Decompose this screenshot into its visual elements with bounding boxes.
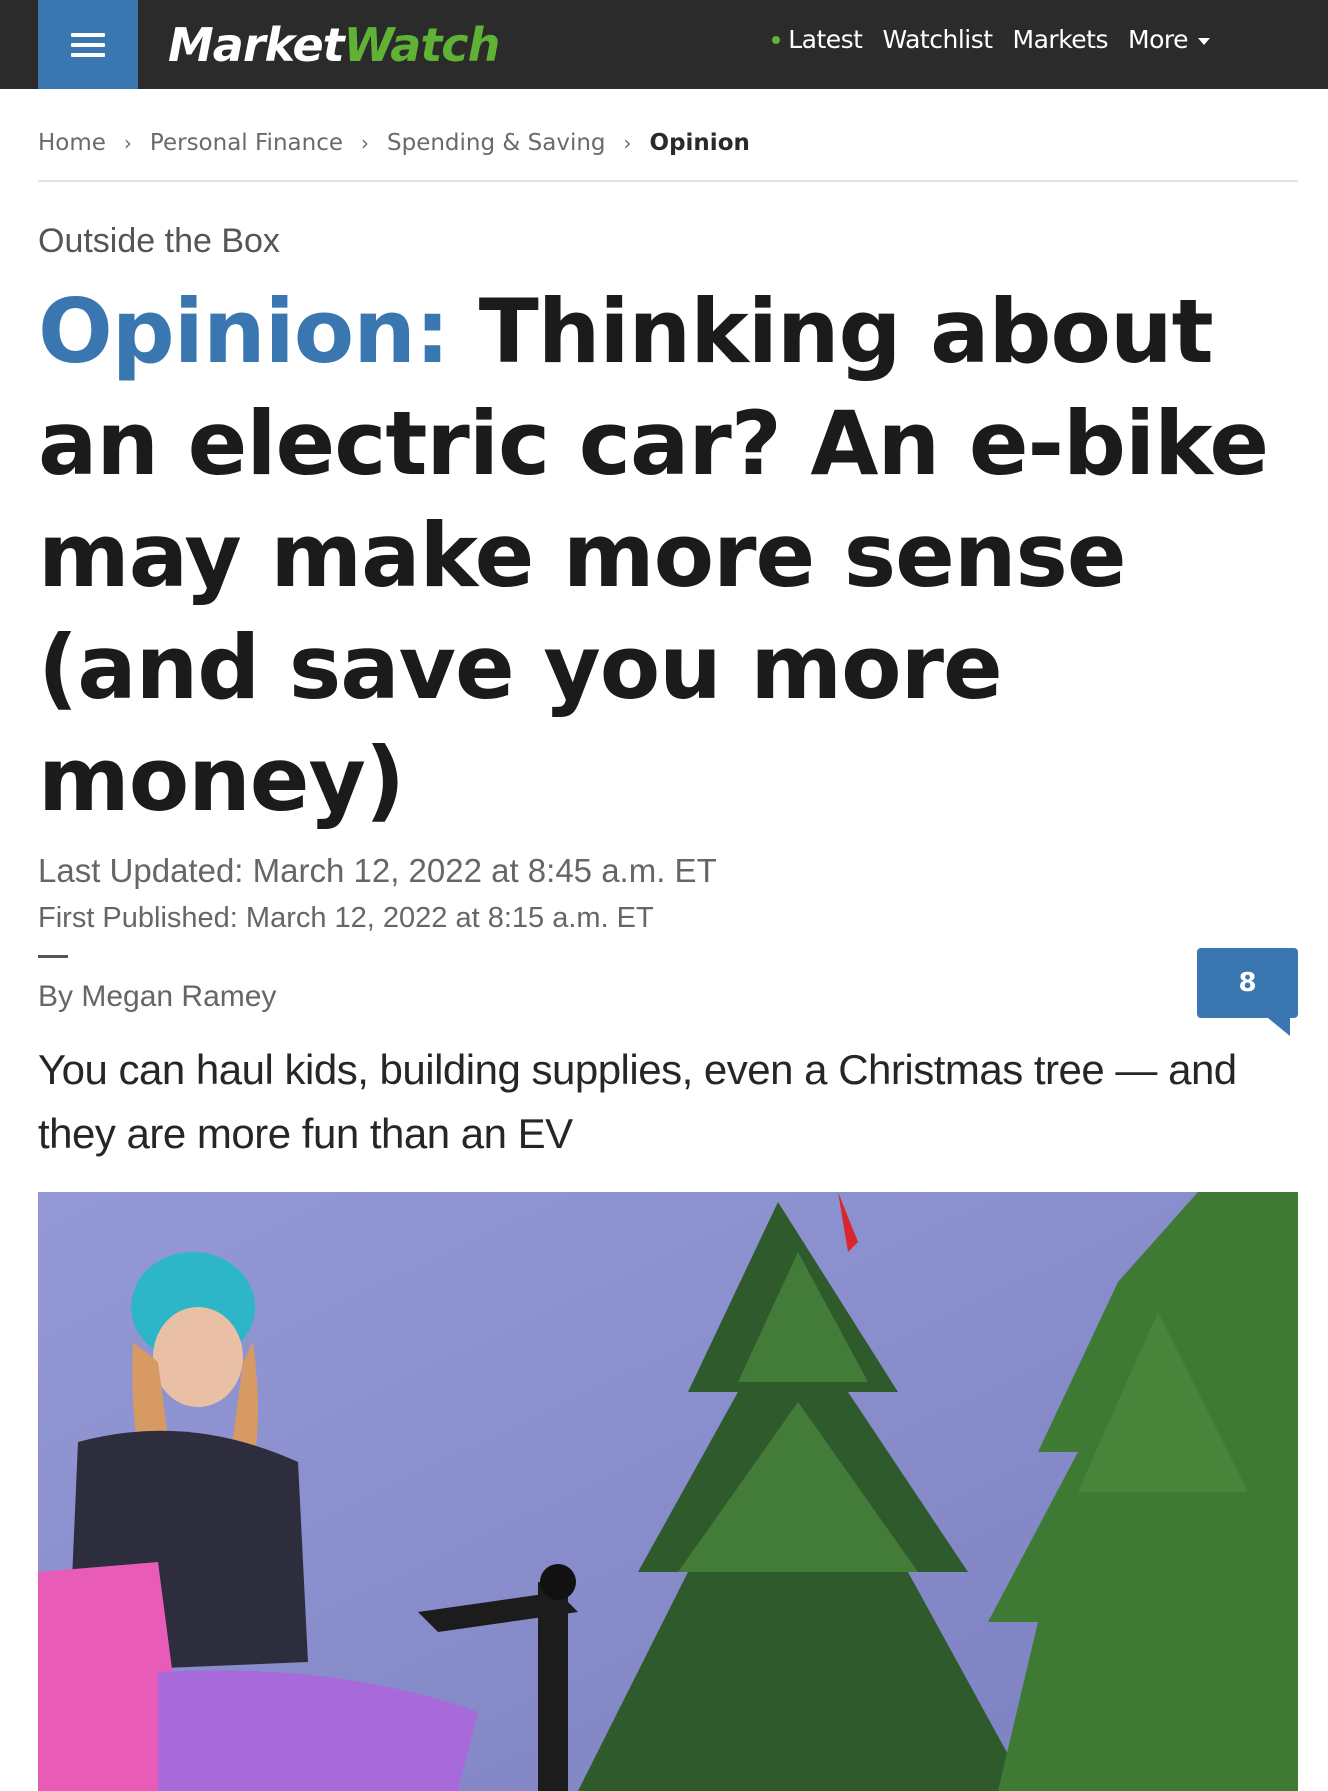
primary-nav: Latest Watchlist Markets More	[772, 0, 1210, 79]
breadcrumb-personal-finance[interactable]: Personal Finance	[150, 130, 343, 156]
timestamp-updated: Last Updated: March 12, 2022 at 8:45 a.m…	[38, 852, 717, 889]
logo-market-text: Market	[168, 18, 345, 72]
hamburger-menu-button[interactable]	[38, 0, 138, 89]
author-byline[interactable]: By Megan Ramey	[38, 980, 276, 1014]
live-dot-icon	[772, 35, 781, 44]
chevron-right-icon: ›	[361, 131, 369, 155]
chevron-right-icon: ›	[123, 131, 132, 155]
nav-watchlist[interactable]: Watchlist	[882, 25, 993, 54]
nav-markets[interactable]: Markets	[1013, 25, 1109, 54]
speech-bubble-tail	[1268, 1018, 1290, 1036]
nav-more[interactable]: More	[1128, 25, 1210, 54]
hamburger-icon	[71, 32, 105, 57]
comments-count: 8	[1238, 968, 1257, 998]
nav-latest[interactable]: Latest	[788, 25, 863, 54]
chevron-right-icon: ›	[623, 131, 632, 155]
top-nav-bar: Market Watch Latest Watchlist Markets Mor…	[0, 0, 1328, 89]
breadcrumb-spending-saving[interactable]: Spending & Saving	[387, 130, 606, 156]
column-name[interactable]: Outside the Box	[38, 222, 280, 261]
breadcrumb: Home › Personal Finance › Spending & Sav…	[38, 128, 1298, 182]
breadcrumb-home[interactable]: Home	[38, 130, 106, 156]
article-hero-image[interactable]	[38, 1192, 1298, 1791]
article-headline: Opinion: Thinking about an electric car?…	[38, 276, 1308, 836]
hero-photo-illustration	[38, 1192, 1298, 1791]
breadcrumb-opinion[interactable]: Opinion	[650, 130, 750, 156]
divider	[38, 955, 68, 958]
caret-down-icon	[1198, 37, 1210, 45]
comments-count-button[interactable]: 8	[1197, 948, 1298, 1036]
nav-more-label: More	[1128, 25, 1188, 54]
logo-watch-text: Watch	[343, 18, 501, 72]
marketwatch-logo[interactable]: Market Watch	[168, 10, 501, 80]
headline-label: Opinion:	[38, 280, 450, 383]
timestamp-published: First Published: March 12, 2022 at 8:15 …	[38, 902, 654, 934]
article-dek: You can haul kids, building supplies, ev…	[38, 1046, 1237, 1157]
